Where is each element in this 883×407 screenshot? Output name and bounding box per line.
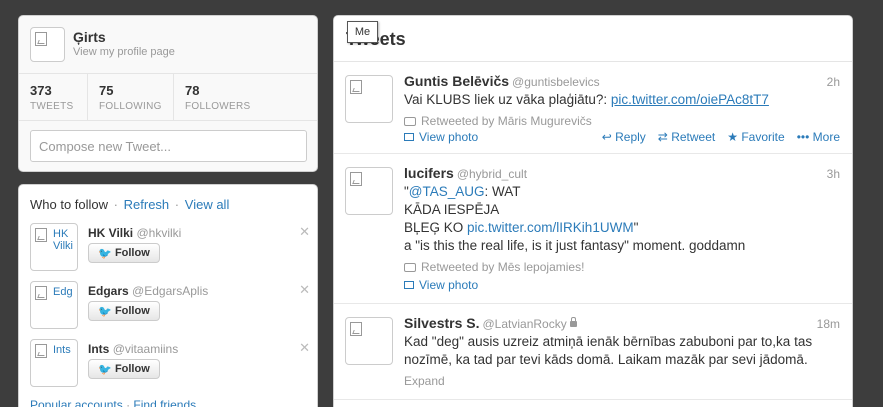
follow-button[interactable]: 🐦 Follow <box>88 243 160 263</box>
suggestion-avatar-alt: Edg <box>53 286 73 298</box>
profile-card: Ģirts View my profile page 373 TWEETS 75… <box>18 15 318 172</box>
follow-button[interactable]: 🐦 Follow <box>88 301 160 321</box>
stat-tweets[interactable]: 373 TWEETS <box>19 74 88 120</box>
tweets-panel: Tweets Me Guntis Belēvičs@guntisbelevics… <box>333 15 853 407</box>
profile-avatar[interactable] <box>30 27 65 62</box>
profile-stats: 373 TWEETS 75 FOLLOWING 78 FOLLOWERS <box>19 73 317 121</box>
suggestion-avatar-alt: Ints <box>53 344 71 356</box>
suggestion-item: HK Vilki HK Vilki @hkvilki ✕ 🐦 Follow <box>30 223 310 273</box>
more-button[interactable]: ••• More <box>797 130 840 144</box>
who-to-follow-header: Who to follow · Refresh · View all <box>30 197 230 212</box>
lock-icon <box>569 317 577 327</box>
suggestion-item: Ints Ints @vitaamiins ✕ 🐦 Follow <box>30 339 310 389</box>
view-all-link[interactable]: View all <box>185 197 230 212</box>
suggestion-handle: @hkvilki <box>136 226 182 240</box>
more-icon: ••• <box>796 130 810 144</box>
suggestion-name[interactable]: Edgars @EdgarsAplis <box>88 284 208 298</box>
window-edge <box>860 0 883 407</box>
suggestion-item: Edg Edgars @EdgarsAplis ✕ 🐦 Follow <box>30 281 310 331</box>
dismiss-icon[interactable]: ✕ <box>299 282 310 298</box>
suggestion-handle: @vitaamiins <box>112 342 179 356</box>
stat-following-label: FOLLOWING <box>99 101 162 112</box>
dismiss-icon[interactable]: ✕ <box>299 340 310 356</box>
who-to-follow-title: Who to follow <box>30 197 109 212</box>
photo-icon <box>404 133 414 141</box>
retweeted-by[interactable]: Retweeted by Māris Mugurevičs <box>404 114 592 128</box>
tweets-header: Tweets Me <box>334 16 852 62</box>
stat-following-count: 75 <box>99 83 114 98</box>
tweet-item[interactable]: Silvestrs S. @LatvianRocky 18m Kad "deg" … <box>334 305 852 400</box>
retweet-icon: ⇄ <box>657 130 668 144</box>
refresh-link[interactable]: Refresh <box>124 197 170 212</box>
broken-image-icon <box>35 286 47 300</box>
view-profile-link[interactable]: View my profile page <box>73 46 175 58</box>
tweet-author[interactable]: Silvestrs S. @LatvianRocky <box>404 315 577 331</box>
broken-image-icon <box>35 32 47 46</box>
retweeted-by[interactable]: Retweeted by Mēs lepojamies! <box>404 260 584 274</box>
reply-button[interactable]: ↩ Reply <box>602 130 646 144</box>
tweet-author[interactable]: lucifers @hybrid_cult <box>404 165 527 181</box>
tweet-photo-link[interactable]: pic.twitter.com/lIRKih1UWM <box>467 220 634 235</box>
bird-icon: 🐦 <box>98 247 112 260</box>
dismiss-icon[interactable]: ✕ <box>299 224 310 240</box>
suggestion-name[interactable]: Ints @vitaamiins <box>88 342 178 356</box>
tweet-item[interactable]: lucifers @hybrid_cult 3h "@TAS_AUG: WAT K… <box>334 155 852 304</box>
tweet-timestamp[interactable]: 3h <box>827 167 840 181</box>
who-to-follow-card: Who to follow · Refresh · View all HK Vi… <box>18 184 318 407</box>
view-photo-link[interactable]: View photo <box>404 130 478 144</box>
expand-link[interactable]: Expand <box>404 374 445 388</box>
tweet-item[interactable]: Guntis Belēvičs @guntisbelevics 2h Vai KL… <box>334 63 852 154</box>
broken-image-icon <box>350 80 362 94</box>
mention-link[interactable]: @TAS_AUG <box>409 184 485 199</box>
who-to-follow-footer: Popular accounts · Find friends <box>30 398 196 407</box>
reply-icon: ↩ <box>601 130 612 144</box>
tweet-text: "@TAS_AUG: WAT KĀDA IESPĒJA BĻEĢ KO pic.… <box>404 184 746 253</box>
stat-tweets-count: 373 <box>30 83 52 98</box>
view-photo-link[interactable]: View photo <box>404 278 478 292</box>
popular-accounts-link[interactable]: Popular accounts <box>30 398 123 407</box>
suggestion-avatar[interactable]: Edg <box>30 281 78 329</box>
stat-followers-label: FOLLOWERS <box>185 101 251 112</box>
stat-followers-count: 78 <box>185 83 200 98</box>
retweet-icon <box>404 117 416 126</box>
star-icon: ★ <box>727 130 738 144</box>
stat-following[interactable]: 75 FOLLOWING <box>88 74 174 120</box>
retweet-icon <box>404 263 416 272</box>
suggestion-handle: @EdgarsAplis <box>132 284 209 298</box>
suggestion-avatar[interactable]: HK Vilki <box>30 223 78 271</box>
bird-icon: 🐦 <box>98 363 112 376</box>
suggestion-avatar[interactable]: Ints <box>30 339 78 387</box>
tweet-author[interactable]: Guntis Belēvičs @guntisbelevics <box>404 73 600 89</box>
broken-image-icon <box>350 322 362 336</box>
photo-icon <box>404 281 414 289</box>
broken-image-icon <box>350 172 362 186</box>
broken-image-icon <box>35 344 47 358</box>
tweet-avatar[interactable] <box>345 75 393 123</box>
tweet-timestamp[interactable]: 2h <box>827 75 840 89</box>
tweet-photo-link[interactable]: pic.twitter.com/oiePAc8tT7 <box>611 92 769 107</box>
tweet-actions: ↩ Reply ⇄ Retweet ★ Favorite ••• More <box>602 130 840 144</box>
tweet-text: Kad "deg" ausis uzreiz atmiņā ienāk bērn… <box>404 334 813 367</box>
compose-tweet-input[interactable] <box>30 130 307 162</box>
favorite-button[interactable]: ★ Favorite <box>727 130 784 144</box>
profile-name[interactable]: Ģirts <box>73 29 106 45</box>
suggestion-avatar-alt: HK Vilki <box>53 228 73 252</box>
tweet-handle: @LatvianRocky <box>482 317 567 331</box>
tweet-avatar[interactable] <box>345 317 393 365</box>
stat-followers[interactable]: 78 FOLLOWERS <box>174 74 274 120</box>
follow-button[interactable]: 🐦 Follow <box>88 359 160 379</box>
tweet-timestamp[interactable]: 18m <box>817 317 840 331</box>
tweet-avatar[interactable] <box>345 167 393 215</box>
tweet-text: Vai KLUBS liek uz vāka plaģiātu?: pic.tw… <box>404 92 769 107</box>
bird-icon: 🐦 <box>98 305 112 318</box>
broken-image-icon <box>35 228 47 242</box>
find-friends-link[interactable]: Find friends <box>133 398 196 407</box>
tweet-handle: @guntisbelevics <box>512 75 600 89</box>
tooltip: Me <box>347 21 378 43</box>
retweet-button[interactable]: ⇄ Retweet <box>658 130 715 144</box>
suggestion-name[interactable]: HK Vilki @hkvilki <box>88 226 181 240</box>
stat-tweets-label: TWEETS <box>30 101 74 112</box>
tweet-handle: @hybrid_cult <box>456 167 528 181</box>
